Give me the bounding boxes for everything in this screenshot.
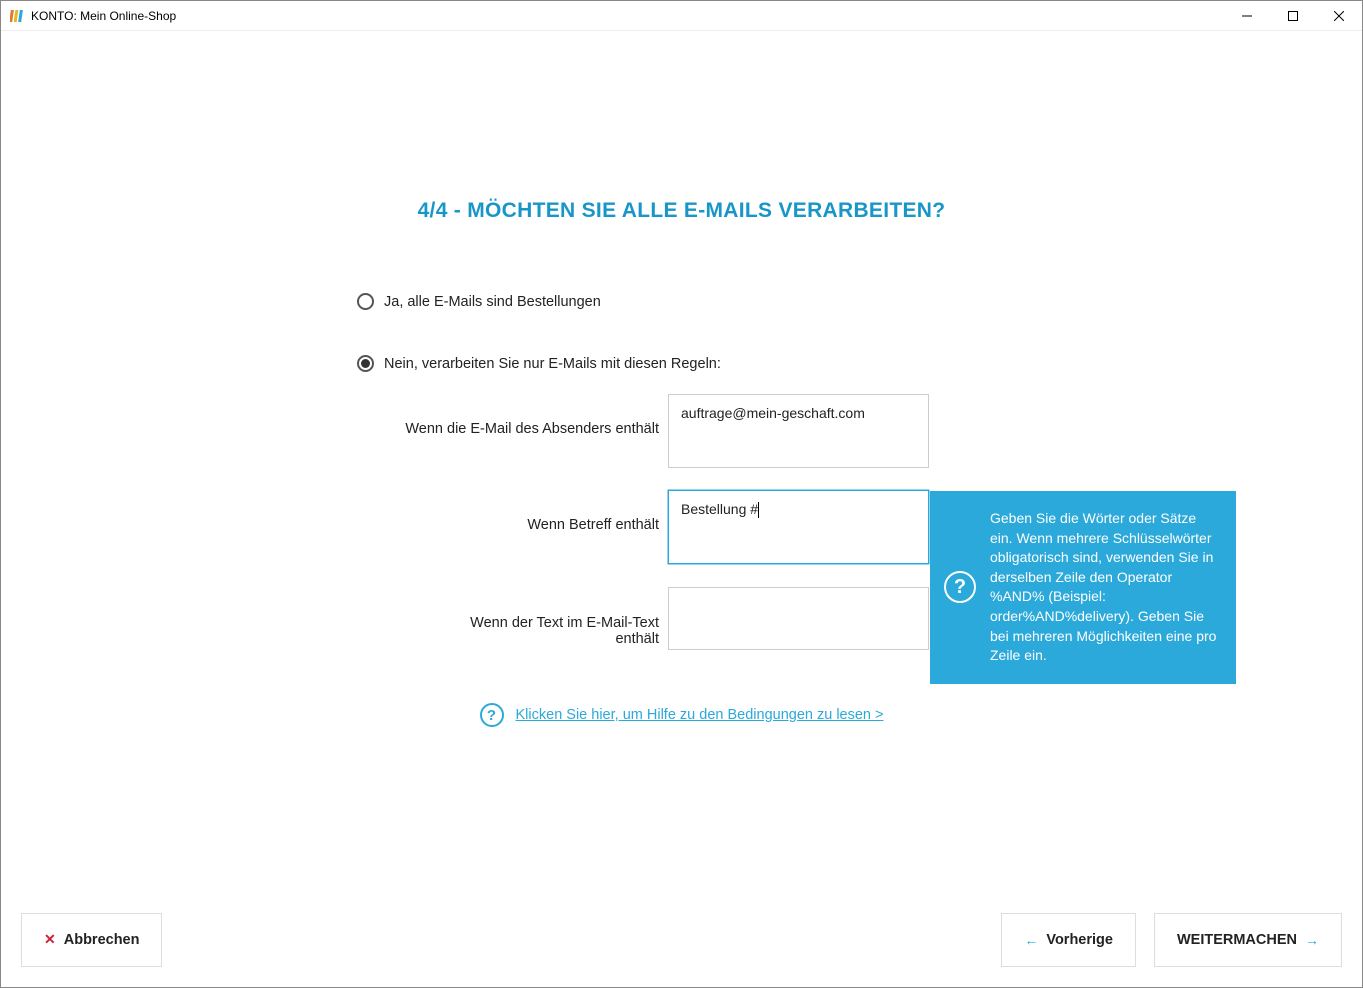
arrow-right-icon: → bbox=[1305, 932, 1319, 948]
x-icon: ✕ bbox=[44, 931, 56, 948]
body-contains-label: Wenn der Text im E-Mail-Text enthält bbox=[423, 615, 659, 647]
question-mark-icon: ? bbox=[944, 571, 976, 603]
sender-contains-label: Wenn die E-Mail des Absenders enthält bbox=[399, 421, 659, 437]
cancel-button[interactable]: ✕ Abbrechen bbox=[21, 913, 162, 967]
sender-contains-input[interactable] bbox=[668, 394, 929, 468]
page-heading: 4/4 - MÖCHTEN SIE ALLE E-MAILS VERARBEIT… bbox=[1, 199, 1362, 223]
dialog-content: 4/4 - MÖCHTEN SIE ALLE E-MAILS VERARBEIT… bbox=[1, 31, 1362, 987]
radio-option-yes[interactable]: Ja, alle E-Mails sind Bestellungen bbox=[357, 293, 601, 310]
titlebar: KONTO: Mein Online-Shop bbox=[1, 1, 1362, 31]
minimize-button[interactable] bbox=[1224, 1, 1270, 31]
continue-button[interactable]: WEITERMACHEN → bbox=[1154, 913, 1342, 967]
button-label: Vorherige bbox=[1046, 932, 1113, 948]
conditions-help-link[interactable]: Klicken Sie hier, um Hilfe zu den Beding… bbox=[516, 707, 884, 723]
radio-option-no[interactable]: Nein, verarbeiten Sie nur E-Mails mit di… bbox=[357, 355, 721, 372]
tooltip-text: Geben Sie die Wörter oder Sätze ein. Wen… bbox=[990, 510, 1216, 663]
body-contains-input[interactable] bbox=[668, 587, 929, 650]
text-caret bbox=[758, 502, 759, 518]
button-label: Abbrechen bbox=[64, 932, 140, 948]
arrow-left-icon: ← bbox=[1024, 932, 1038, 948]
maximize-button[interactable] bbox=[1270, 1, 1316, 31]
radio-icon bbox=[357, 293, 374, 310]
input-value: Bestellung # bbox=[681, 501, 758, 517]
radio-icon bbox=[357, 355, 374, 372]
radio-label: Nein, verarbeiten Sie nur E-Mails mit di… bbox=[384, 356, 721, 372]
help-tooltip: ? Geben Sie die Wörter oder Sätze ein. W… bbox=[930, 491, 1236, 684]
question-mark-icon: ? bbox=[480, 703, 504, 727]
subject-contains-input[interactable]: Bestellung # bbox=[668, 490, 929, 564]
help-link-row: ? Klicken Sie hier, um Hilfe zu den Bedi… bbox=[1, 703, 1362, 727]
subject-contains-label: Wenn Betreff enthält bbox=[522, 517, 659, 533]
window-title: KONTO: Mein Online-Shop bbox=[31, 9, 1224, 23]
dialog-footer: ✕ Abbrechen ← Vorherige WEITERMACHEN → bbox=[1, 892, 1362, 987]
button-label: WEITERMACHEN bbox=[1177, 932, 1297, 948]
app-icon bbox=[9, 8, 25, 24]
radio-label: Ja, alle E-Mails sind Bestellungen bbox=[384, 294, 601, 310]
close-button[interactable] bbox=[1316, 1, 1362, 31]
window-controls bbox=[1224, 1, 1362, 31]
previous-button[interactable]: ← Vorherige bbox=[1001, 913, 1136, 967]
